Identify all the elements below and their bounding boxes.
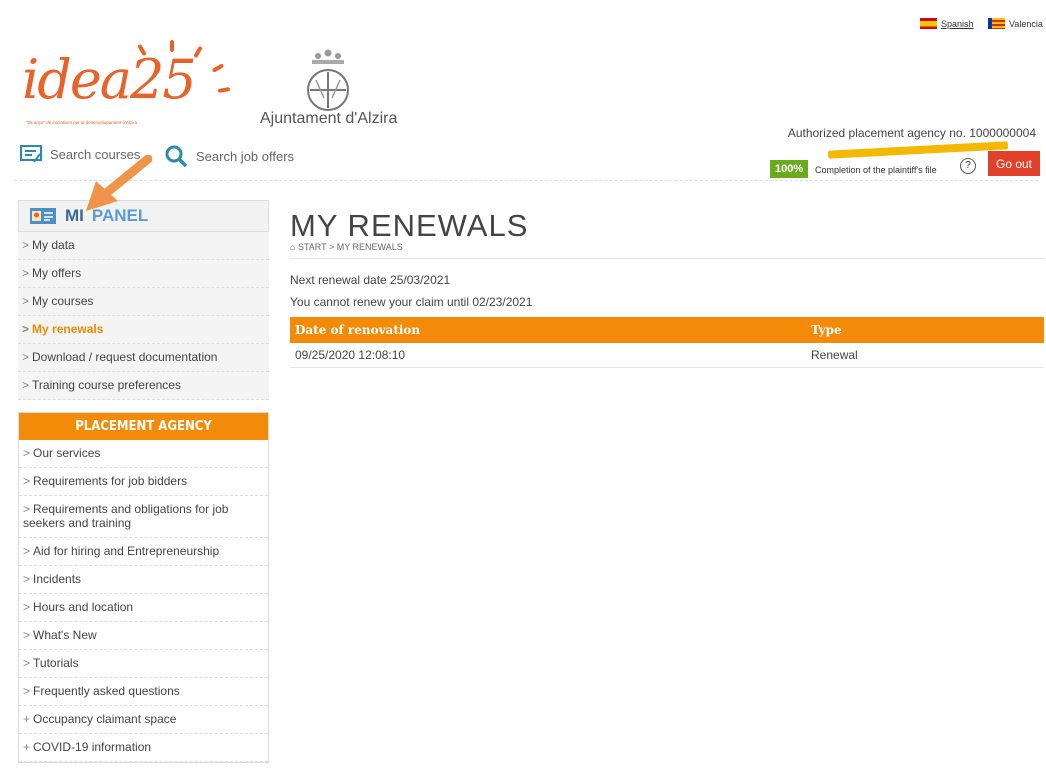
agency-item-incidents[interactable]: > Incidents — [19, 566, 268, 594]
chevron-right-icon: > — [22, 266, 30, 280]
sidebar-item-my-courses[interactable]: > My courses — [18, 288, 269, 316]
breadcrumb-text[interactable]: START > MY RENEWALS — [298, 242, 403, 252]
help-icon[interactable]: ? — [960, 158, 976, 174]
chevron-right-icon: > — [22, 238, 30, 252]
chevron-right-icon: > — [23, 628, 31, 642]
chevron-right-icon: > — [22, 322, 30, 336]
courses-icon — [20, 145, 42, 163]
valencia-flag-icon — [988, 18, 1005, 29]
sidebar-item-label: Download / request documentation — [32, 350, 218, 364]
chevron-right-icon: > — [23, 502, 31, 516]
sidebar-item-label: My data — [32, 238, 75, 252]
agency-item-label: What's New — [33, 628, 97, 642]
home-icon: ⌂ — [290, 242, 298, 252]
annotation-arrow-icon — [86, 155, 152, 211]
sidebar-item-my-offers[interactable]: > My offers — [18, 260, 269, 288]
main-content: MY RENEWALS ⌂ START > MY RENEWALS Next r… — [290, 200, 1044, 368]
agency-number: Authorized placement agency no. 10000000… — [787, 126, 1036, 140]
agency-item-services[interactable]: > Our services — [19, 440, 268, 468]
placement-agency-title: PLACEMENT AGENCY — [19, 413, 268, 440]
chevron-right-icon: > — [23, 474, 31, 488]
agency-item-label: Tutorials — [33, 656, 79, 670]
chevron-right-icon: > — [23, 544, 31, 558]
chevron-right-icon: > — [22, 294, 30, 308]
agency-item-label: Frequently asked questions — [33, 684, 180, 698]
chevron-right-icon: > — [22, 350, 30, 364]
sidebar-item-label: Training course preferences — [32, 378, 181, 392]
lang-spanish-label: Spanish — [941, 18, 974, 29]
agency-item-label: Our services — [33, 446, 101, 460]
table-header-row: Date of renovation Type — [290, 317, 1044, 343]
agency-item-claimant-space[interactable]: + Occupancy claimant space — [19, 706, 268, 734]
city-emblem-icon — [307, 49, 349, 111]
agency-item-label: Incidents — [33, 572, 82, 586]
table-cell-date: 09/25/2020 12:08:10 — [290, 343, 806, 368]
completion-badge: 100% — [770, 160, 809, 178]
sidebar-item-course-preferences[interactable]: > Training course preferences — [18, 372, 269, 400]
sidebar-item-documentation[interactable]: > Download / request documentation — [18, 344, 269, 372]
sidebar-item-label: My courses — [32, 294, 94, 308]
agency-item-faq[interactable]: > Frequently asked questions — [19, 678, 268, 706]
agency-item-whats-new[interactable]: > What's New — [19, 622, 268, 650]
column-header-type: Type — [806, 317, 1044, 343]
sidebar-item-my-data[interactable]: > My data — [18, 232, 269, 260]
agency-item-label: Requirements for job bidders — [33, 474, 188, 488]
chevron-right-icon: > — [23, 446, 31, 460]
logo-wordmark: idea25 — [22, 48, 197, 111]
my-panel-menu: > My data > My offers > My courses > My rene… — [18, 232, 269, 400]
plus-icon: + — [23, 712, 31, 726]
chevron-right-icon: > — [23, 600, 31, 614]
table-row: 09/25/2020 12:08:10 Renewal — [290, 343, 1044, 368]
sidebar-item-my-renewals[interactable]: > My renewals — [18, 316, 269, 344]
completion-label: Completion of the plaintiff's file — [815, 165, 937, 175]
logo-tagline: "25 anys" de iniciatives per al desenvol… — [26, 120, 138, 125]
city-name: Ajuntament d'Alzira — [260, 110, 398, 127]
search-jobs-label: Search job offers — [196, 148, 295, 164]
agency-item-label: Hours and location — [33, 600, 134, 614]
agency-item-aid-hiring[interactable]: > Aid for hiring and Entrepreneurship — [19, 538, 268, 566]
sidebar: MI PANEL > My data > My offers > My courses… — [18, 200, 269, 763]
placement-agency-box: PLACEMENT AGENCY > Our services > Requirem… — [18, 412, 269, 763]
breadcrumb: ⌂ START > MY RENEWALS — [290, 242, 1044, 259]
sidebar-item-label: My offers — [32, 266, 82, 280]
table-cell-type: Renewal — [806, 343, 1044, 368]
agency-item-label: COVID-19 information — [33, 740, 152, 754]
logo-ray — [217, 86, 231, 94]
sidebar-item-label: My renewals — [32, 322, 104, 336]
agency-item-job-bidders[interactable]: > Requirements for job bidders — [19, 468, 268, 496]
cannot-renew-text: You cannot renew your claim until 02/23/… — [290, 295, 533, 309]
id-card-icon — [30, 208, 56, 224]
agency-item-hours-location[interactable]: > Hours and location — [19, 594, 268, 622]
lang-valencia-label: Valencia — [1009, 18, 1043, 29]
lang-valencia-link[interactable]: Valencia — [988, 18, 1043, 29]
column-header-date: Date of renovation — [290, 317, 806, 343]
idea25-logo[interactable]: idea25 "25 anys" de iniciatives per al d… — [22, 40, 232, 135]
chevron-right-icon: > — [23, 656, 31, 670]
logo-ray — [211, 63, 225, 73]
agency-item-covid[interactable]: + COVID-19 information — [19, 734, 268, 762]
next-renewal-text: Next renewal date 25/03/2021 — [290, 273, 451, 287]
search-jobs-link[interactable]: Search job offers — [164, 144, 294, 168]
agency-item-label: Aid for hiring and Entrepreneurship — [33, 544, 220, 558]
go-out-button[interactable]: Go out — [988, 151, 1040, 176]
renewals-table: Date of renovation Type 09/25/2020 12:08… — [290, 317, 1044, 368]
chevron-right-icon: > — [23, 572, 31, 586]
agency-item-label: Occupancy claimant space — [33, 712, 177, 726]
spain-flag-icon — [920, 18, 937, 29]
page-title: MY RENEWALS — [290, 208, 529, 243]
agency-item-tutorials[interactable]: > Tutorials — [19, 650, 268, 678]
agency-item-obligations[interactable]: > Requirements and obligations for job se… — [19, 496, 268, 538]
plus-icon: + — [23, 740, 31, 754]
lang-spanish-link[interactable]: Spanish — [920, 18, 974, 29]
chevron-right-icon: > — [22, 378, 30, 392]
search-icon — [165, 145, 188, 168]
chevron-right-icon: > — [23, 684, 31, 698]
agency-item-label: Requirements and obligations for job see… — [23, 502, 229, 530]
